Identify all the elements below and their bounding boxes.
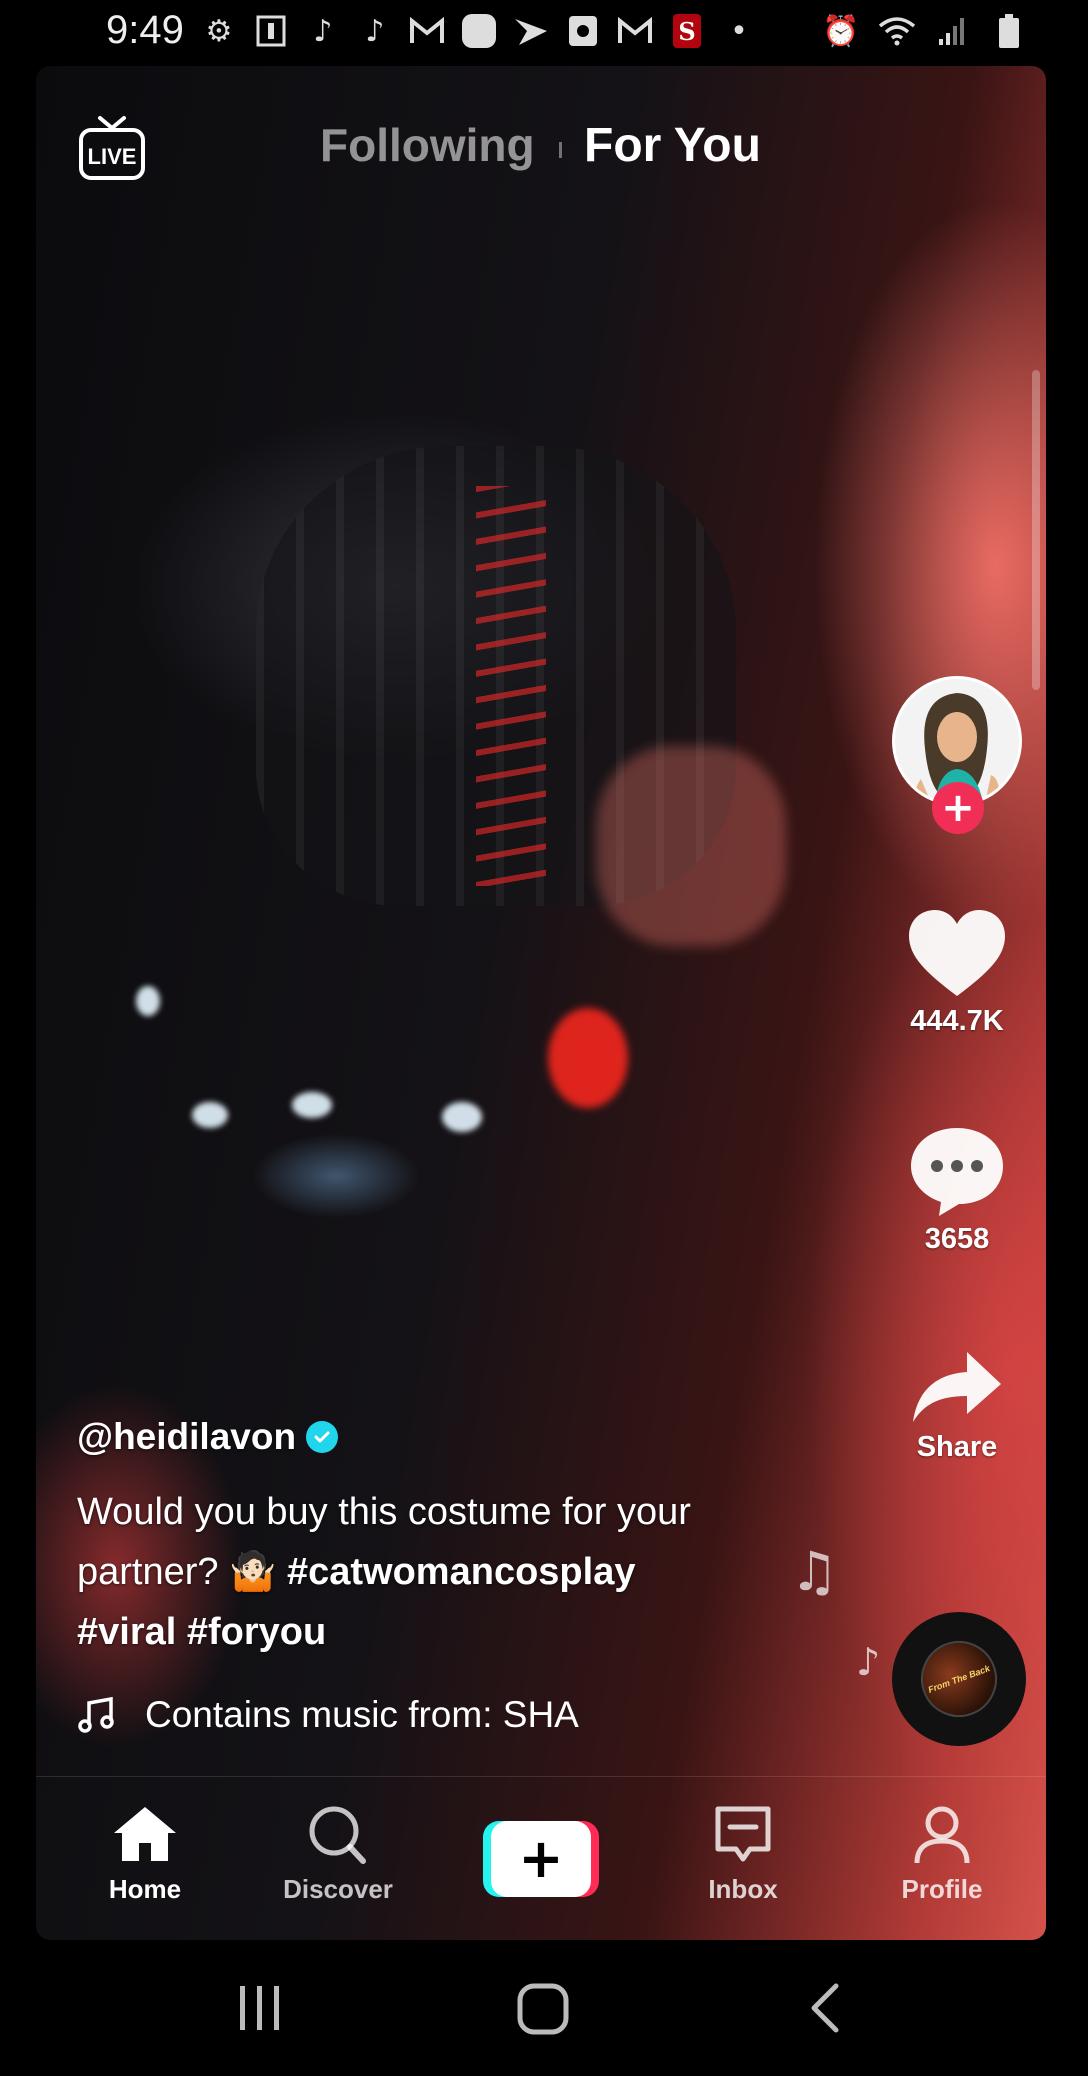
share-label: Share [916, 1431, 998, 1463]
share-arrow-icon [913, 1352, 1001, 1422]
video-frame-detail [476, 486, 546, 886]
notification-icon [252, 12, 290, 50]
status-icons-left: ⚙ ♪ ♪ S • [200, 12, 758, 50]
video-frame-detail [136, 986, 160, 1016]
settings-icon: ⚙ [205, 13, 233, 49]
heart-icon [909, 910, 1005, 996]
tab-divider [559, 142, 562, 158]
video-frame-detail [192, 1102, 228, 1128]
gmail-icon [408, 12, 446, 50]
bottom-navigation: Home Discover + Inbox Profile [36, 1776, 1046, 1941]
inbox-icon [715, 1806, 771, 1862]
stanford-icon: S [668, 12, 706, 50]
nav-home[interactable]: Home [65, 1803, 225, 1905]
app-icon [564, 12, 602, 50]
home-icon [114, 1807, 176, 1861]
nav-discover-label: Discover [283, 1874, 393, 1904]
home-circle-icon [517, 1983, 569, 2035]
profile-icon [914, 1806, 970, 1864]
tiktok-icon: ♪ [313, 13, 333, 49]
status-bar: 9:49 ⚙ ♪ ♪ S • ⏰ [0, 0, 1088, 66]
video-frame-detail [292, 1092, 332, 1118]
video-frame-detail [442, 1102, 482, 1132]
system-navigation-bar [0, 1940, 1088, 2076]
video-frame-detail [548, 1008, 628, 1108]
app-icon [460, 12, 498, 50]
home-system-button[interactable] [516, 1980, 572, 2041]
username[interactable]: @heidilavon [77, 1416, 296, 1458]
music-info[interactable]: Contains music from: SHA [77, 1694, 597, 1736]
music-note-icon [78, 1696, 114, 1733]
hashtag-link[interactable]: #catwomancosplay [287, 1551, 635, 1593]
signal-icon [934, 12, 972, 50]
nav-profile-label: Profile [901, 1874, 983, 1904]
share-button[interactable]: Share [880, 1346, 1034, 1464]
dot-icon: • [730, 13, 748, 49]
album-art: From The Back [910, 1630, 1008, 1728]
status-time: 9:49 [106, 8, 184, 52]
tab-for-you[interactable]: For You [584, 118, 761, 173]
recents-button[interactable] [236, 1980, 284, 2041]
wifi-icon [878, 12, 916, 50]
video-frame-detail [596, 746, 786, 946]
recents-icon [240, 1986, 279, 2030]
comment-button[interactable]: 3658 [880, 1122, 1034, 1256]
verified-badge-icon [306, 1421, 339, 1453]
battery-icon [990, 12, 1028, 50]
comment-icon [911, 1128, 1003, 1216]
comment-count: 3658 [924, 1223, 990, 1255]
nav-discover[interactable]: Discover [258, 1803, 418, 1905]
feed-tabs: Following For You [0, 118, 1088, 178]
like-count: 444.7K [910, 1005, 1004, 1037]
search-icon [309, 1806, 366, 1864]
hashtag-link[interactable]: #viral [77, 1611, 176, 1653]
svg-text:S: S [678, 17, 695, 46]
floating-music-note-icon: ♫ [790, 1540, 839, 1603]
nav-inbox-label: Inbox [708, 1874, 778, 1904]
plus-icon: + [491, 1821, 591, 1897]
floating-music-note-icon: ♪ [856, 1640, 881, 1684]
gmail-icon [616, 12, 654, 50]
like-button[interactable]: 444.7K [880, 906, 1034, 1038]
follow-button[interactable]: + [932, 782, 984, 834]
alarm-icon: ⏰ [822, 13, 860, 49]
tiktok-icon: ♪ [365, 13, 385, 49]
tab-following[interactable]: Following [320, 118, 535, 172]
creator-info: @heidilavon [77, 1416, 339, 1458]
music-disc-button[interactable]: From The Back [892, 1612, 1026, 1746]
post-caption: Would you buy this costume for your part… [77, 1482, 797, 1662]
scroll-indicator [1032, 370, 1040, 690]
hashtag-link[interactable]: #foryou [187, 1611, 326, 1653]
nav-inbox[interactable]: Inbox [663, 1803, 823, 1905]
music-title: Contains music from: SHA [145, 1694, 579, 1735]
create-video-button[interactable]: + [483, 1821, 599, 1897]
shrug-emoji: 🤷🏻 [229, 1551, 277, 1593]
nav-home-label: Home [108, 1874, 182, 1904]
back-icon [811, 1983, 839, 2033]
back-button[interactable] [806, 1980, 846, 2041]
nav-profile[interactable]: Profile [862, 1803, 1022, 1905]
status-icons-right: ⏰ [822, 12, 1028, 50]
sprint-icon [512, 12, 550, 50]
